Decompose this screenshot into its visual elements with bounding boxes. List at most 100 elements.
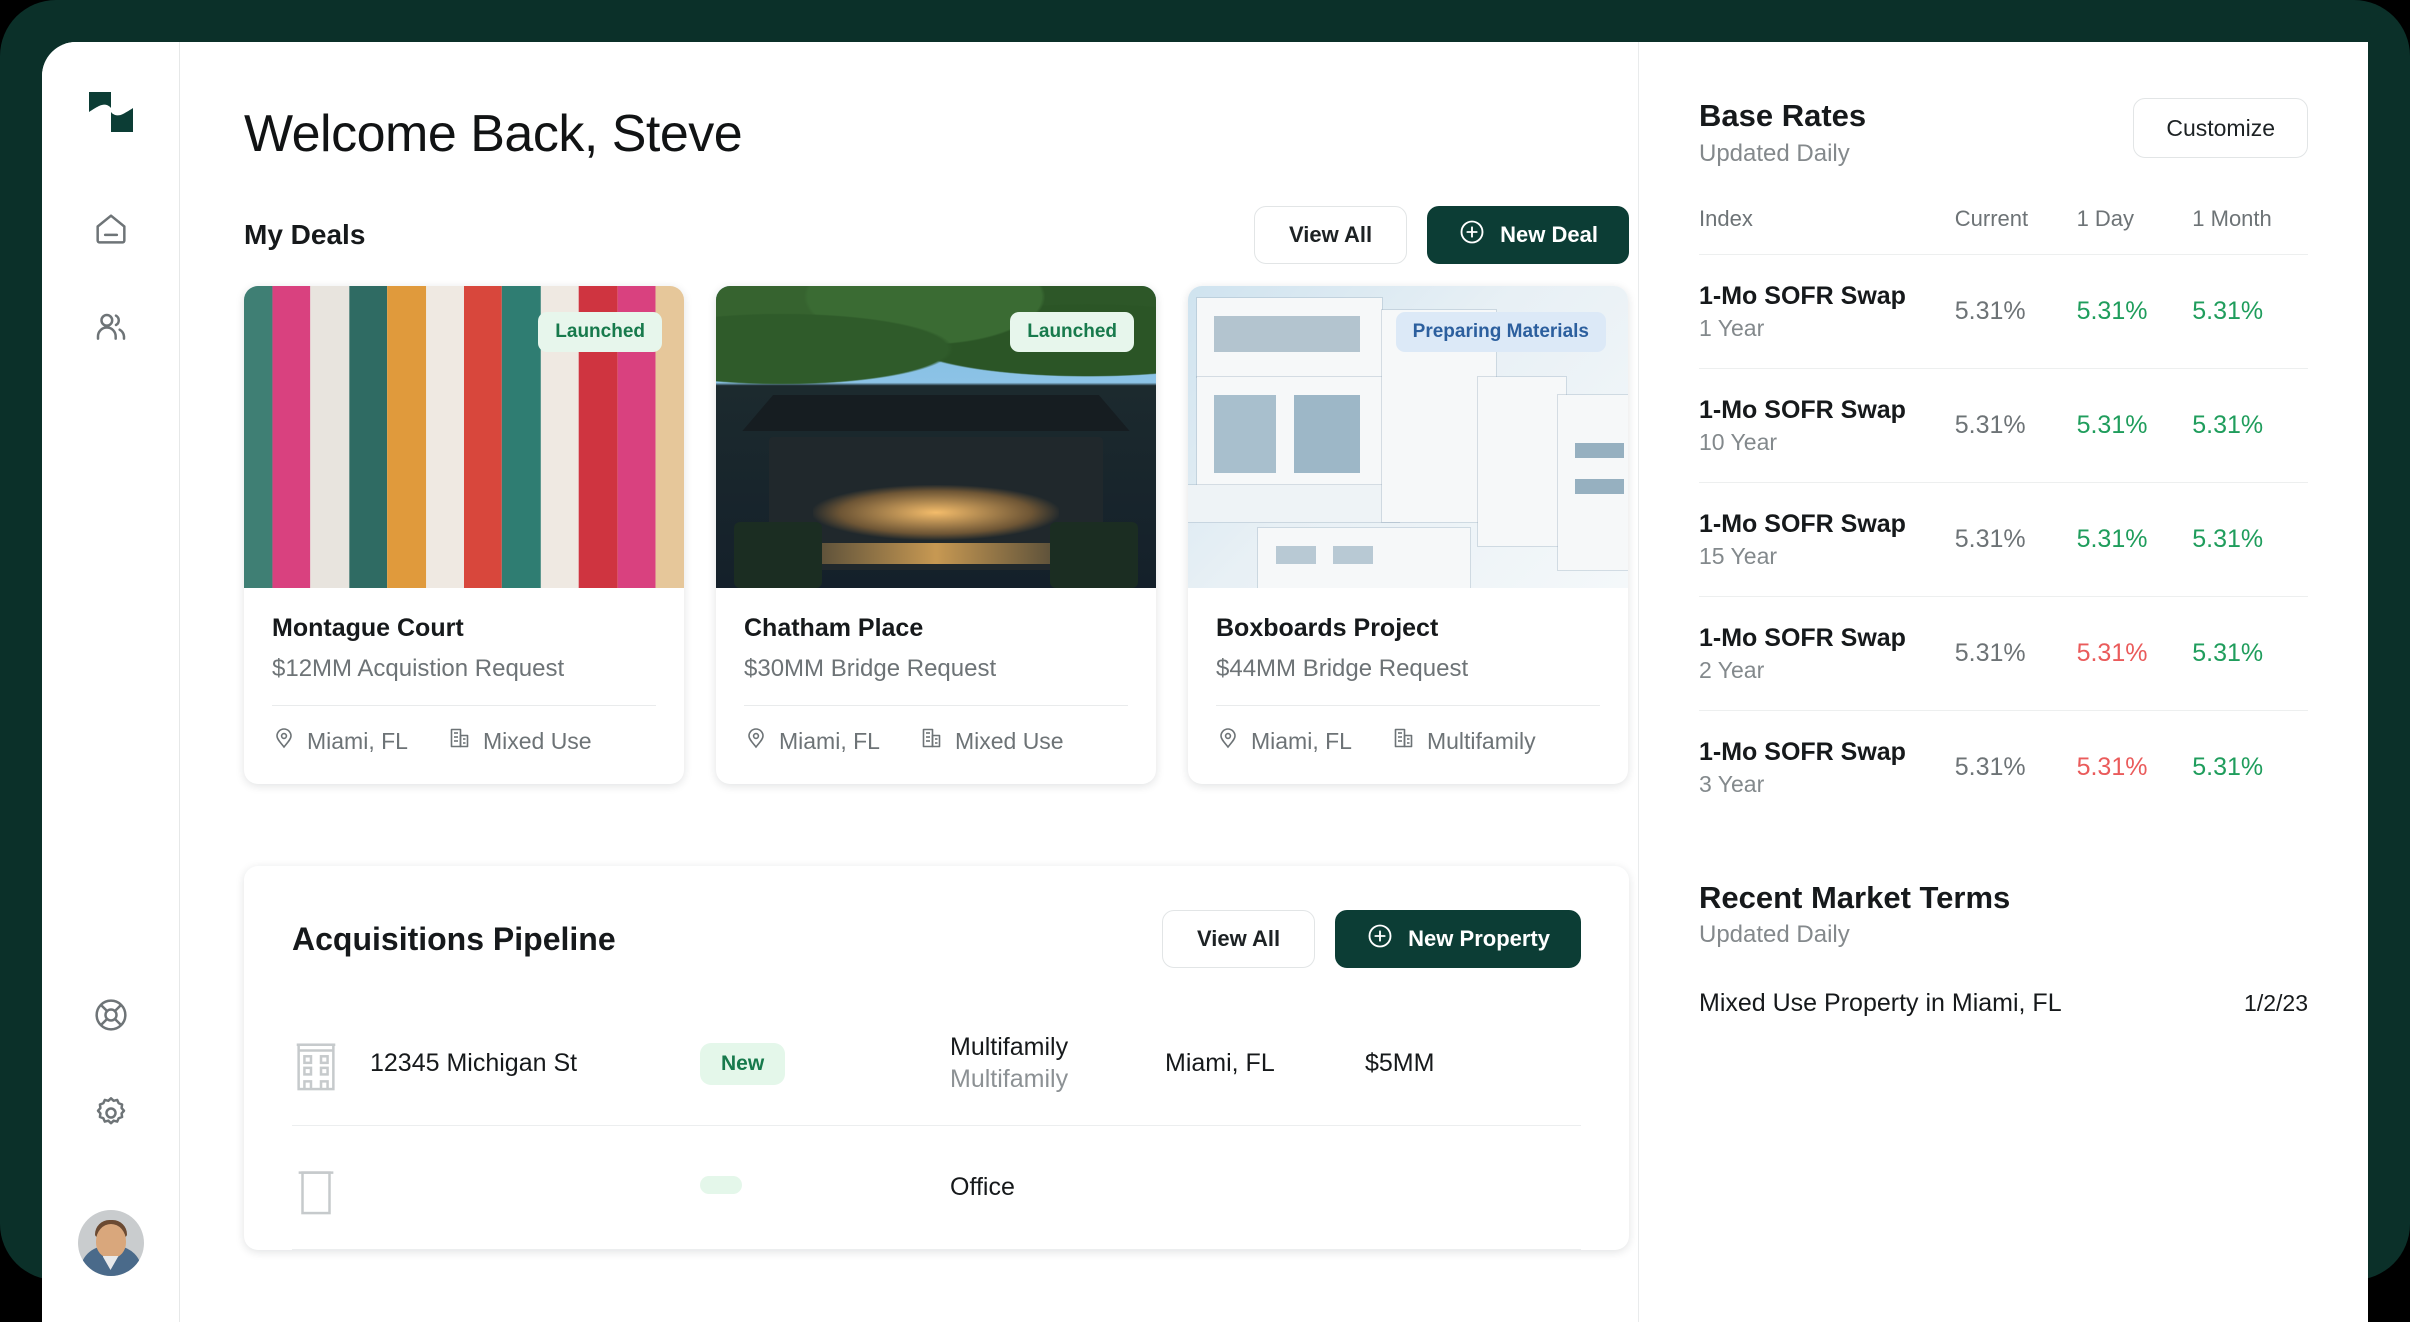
base-rates-subtitle: Updated Daily (1699, 139, 1850, 167)
divider (272, 705, 656, 706)
rate-1-day: 5.31% (2076, 638, 2148, 667)
sidebar-item-settings[interactable] (80, 1082, 142, 1144)
base-rates-table: Index Current 1 Day 1 Month 1-Mo SOFR Sw… (1699, 206, 2308, 824)
status-badge (700, 1176, 742, 1194)
base-rates-header: Base Rates Updated Daily Customize (1699, 98, 2308, 168)
new-deal-button[interactable]: New Deal (1427, 206, 1629, 264)
rate-1-month: 5.31% (2192, 296, 2264, 325)
table-row[interactable]: Office (292, 1126, 1581, 1250)
rate-1-month: 5.31% (2192, 638, 2264, 667)
deal-request: $44MM Bridge Request (1216, 655, 1469, 682)
new-deal-label: New Deal (1500, 222, 1598, 247)
deal-meta: Miami, FL Mixed Use (272, 726, 656, 756)
deal-card-body: Montague Court $12MM Acquistion Request … (244, 588, 684, 784)
gear-icon (91, 1093, 131, 1133)
rate-1-month: 5.31% (2192, 524, 2264, 553)
table-row[interactable]: 1-Mo SOFR Swap 15 Year 5.31% 5.31% 5.31% (1699, 482, 2308, 596)
market-term-label: Mixed Use Property in Miami, FL (1699, 989, 2062, 1018)
col-index: Index (1699, 205, 1753, 231)
office-building-icon (292, 1161, 370, 1215)
col-1-month: 1 Month (2192, 205, 2272, 231)
pipeline-address: 12345 Michigan St (370, 1049, 578, 1077)
brand-logo-icon[interactable] (85, 86, 137, 138)
rate-current: 5.31% (1954, 410, 2026, 439)
pipeline-type-primary: Multifamily (950, 1033, 1069, 1062)
table-row[interactable]: 1-Mo SOFR Swap 1 Year 5.31% 5.31% 5.31% (1699, 254, 2308, 368)
rate-1-day: 5.31% (2076, 752, 2148, 781)
table-row[interactable]: 1-Mo SOFR Swap 10 Year 5.31% 5.31% 5.31% (1699, 368, 2308, 482)
users-icon (91, 307, 131, 347)
table-header-row: Index Current 1 Day 1 Month (1699, 206, 2308, 255)
sidebar-item-home[interactable] (80, 198, 142, 260)
table-row[interactable]: 1-Mo SOFR Swap 2 Year 5.31% 5.31% 5.31% (1699, 596, 2308, 710)
deal-asset-type-label: Mixed Use (954, 727, 1064, 754)
status-badge: Preparing Materials (1395, 312, 1606, 352)
list-item[interactable]: Mixed Use Property in Miami, FL 1/2/23 (1699, 989, 2308, 1018)
primary-column: Welcome Back, Steve My Deals View All Ne… (180, 42, 1638, 1322)
rate-current: 5.31% (1954, 752, 2026, 781)
market-term-date: 1/2/23 (2244, 990, 2308, 1017)
deal-location-label: Miami, FL (1251, 727, 1352, 754)
pipeline-type: Office (950, 1172, 1165, 1203)
deal-location: Miami, FL (1216, 726, 1352, 756)
rate-current: 5.31% (1954, 638, 2026, 667)
market-terms-title: Recent Market Terms (1699, 879, 2011, 915)
table-row[interactable]: 1-Mo SOFR Swap 3 Year 5.31% 5.31% 5.31% (1699, 710, 2308, 824)
sidebar-item-support[interactable] (80, 984, 142, 1046)
rate-index-cell: 1-Mo SOFR Swap 15 Year (1699, 482, 1955, 596)
plus-circle-icon (1366, 922, 1394, 956)
customize-button[interactable]: Customize (2133, 98, 2308, 158)
avatar[interactable] (77, 1210, 144, 1276)
deal-card-body: Chatham Place $30MM Bridge Request Miami… (716, 588, 1156, 784)
lifebuoy-icon (91, 995, 131, 1035)
rate-1-day: 5.31% (2076, 296, 2148, 325)
main-area: Welcome Back, Steve My Deals View All Ne… (180, 42, 2368, 1322)
pipeline-type: Multifamily Multifamily (950, 1032, 1165, 1095)
col-1-day: 1 Day (2076, 205, 2135, 231)
my-deals-title: My Deals (244, 219, 366, 250)
pipeline-type-secondary: Multifamily (950, 1064, 1069, 1093)
building-icon (1392, 726, 1416, 756)
map-pin-icon (272, 726, 296, 756)
deal-asset-type: Mixed Use (448, 726, 592, 756)
rate-index-cell: 1-Mo SOFR Swap 2 Year (1699, 596, 1955, 710)
my-deals-header: My Deals View All New Deal (244, 206, 1629, 264)
pipeline-view-all-button[interactable]: View All (1162, 910, 1316, 968)
rate-index-cell: 1-Mo SOFR Swap 1 Year (1699, 254, 1955, 368)
status-badge: Launched (1010, 312, 1134, 352)
deal-card-body: Boxboards Project $44MM Bridge Request M… (1188, 588, 1628, 784)
page-title: Welcome Back, Steve (244, 105, 743, 163)
new-property-button[interactable]: New Property (1335, 910, 1581, 968)
deal-card-image: Launched (716, 286, 1156, 588)
pipeline-location: Miami, FL (1165, 1049, 1275, 1077)
pipeline-status-cell (700, 1176, 950, 1199)
rate-index-term: 2 Year (1699, 656, 1765, 683)
deal-location: Miami, FL (272, 726, 408, 756)
apartment-building-icon (292, 1037, 370, 1091)
deal-request: $30MM Bridge Request (744, 655, 997, 682)
table-row[interactable]: 12345 Michigan St New Multifamily Multif… (292, 1002, 1581, 1126)
deal-asset-type: Multifamily (1392, 726, 1536, 756)
rate-current: 5.31% (1954, 524, 2026, 553)
deal-card-image: Launched (244, 286, 684, 588)
deal-name: Montague Court (272, 614, 464, 642)
sidebar (42, 42, 180, 1322)
pipeline-title: Acquisitions Pipeline (292, 920, 616, 957)
deal-location-label: Miami, FL (779, 727, 880, 754)
sidebar-item-clients[interactable] (80, 296, 142, 358)
building-icon (448, 726, 472, 756)
rate-index-name: 1-Mo SOFR Swap (1699, 737, 1906, 766)
deal-name: Boxboards Project (1216, 614, 1439, 642)
base-rates-title: Base Rates (1699, 98, 1867, 133)
deal-card[interactable]: Launched Chatham Place $30MM Bridge Requ… (716, 286, 1156, 784)
rate-current: 5.31% (1954, 296, 2026, 325)
deal-card[interactable]: Launched Montague Court $12MM Acquistion… (244, 286, 684, 784)
deal-location: Miami, FL (744, 726, 880, 756)
rate-index-name: 1-Mo SOFR Swap (1699, 395, 1906, 424)
building-icon (920, 726, 944, 756)
right-rail: Base Rates Updated Daily Customize Index… (1638, 42, 2368, 1322)
deals-view-all-button[interactable]: View All (1254, 206, 1408, 264)
home-icon (91, 209, 131, 249)
pipeline-amount: $5MM (1365, 1049, 1435, 1077)
deal-card[interactable]: Preparing Materials Boxboards Project $4… (1188, 286, 1628, 784)
